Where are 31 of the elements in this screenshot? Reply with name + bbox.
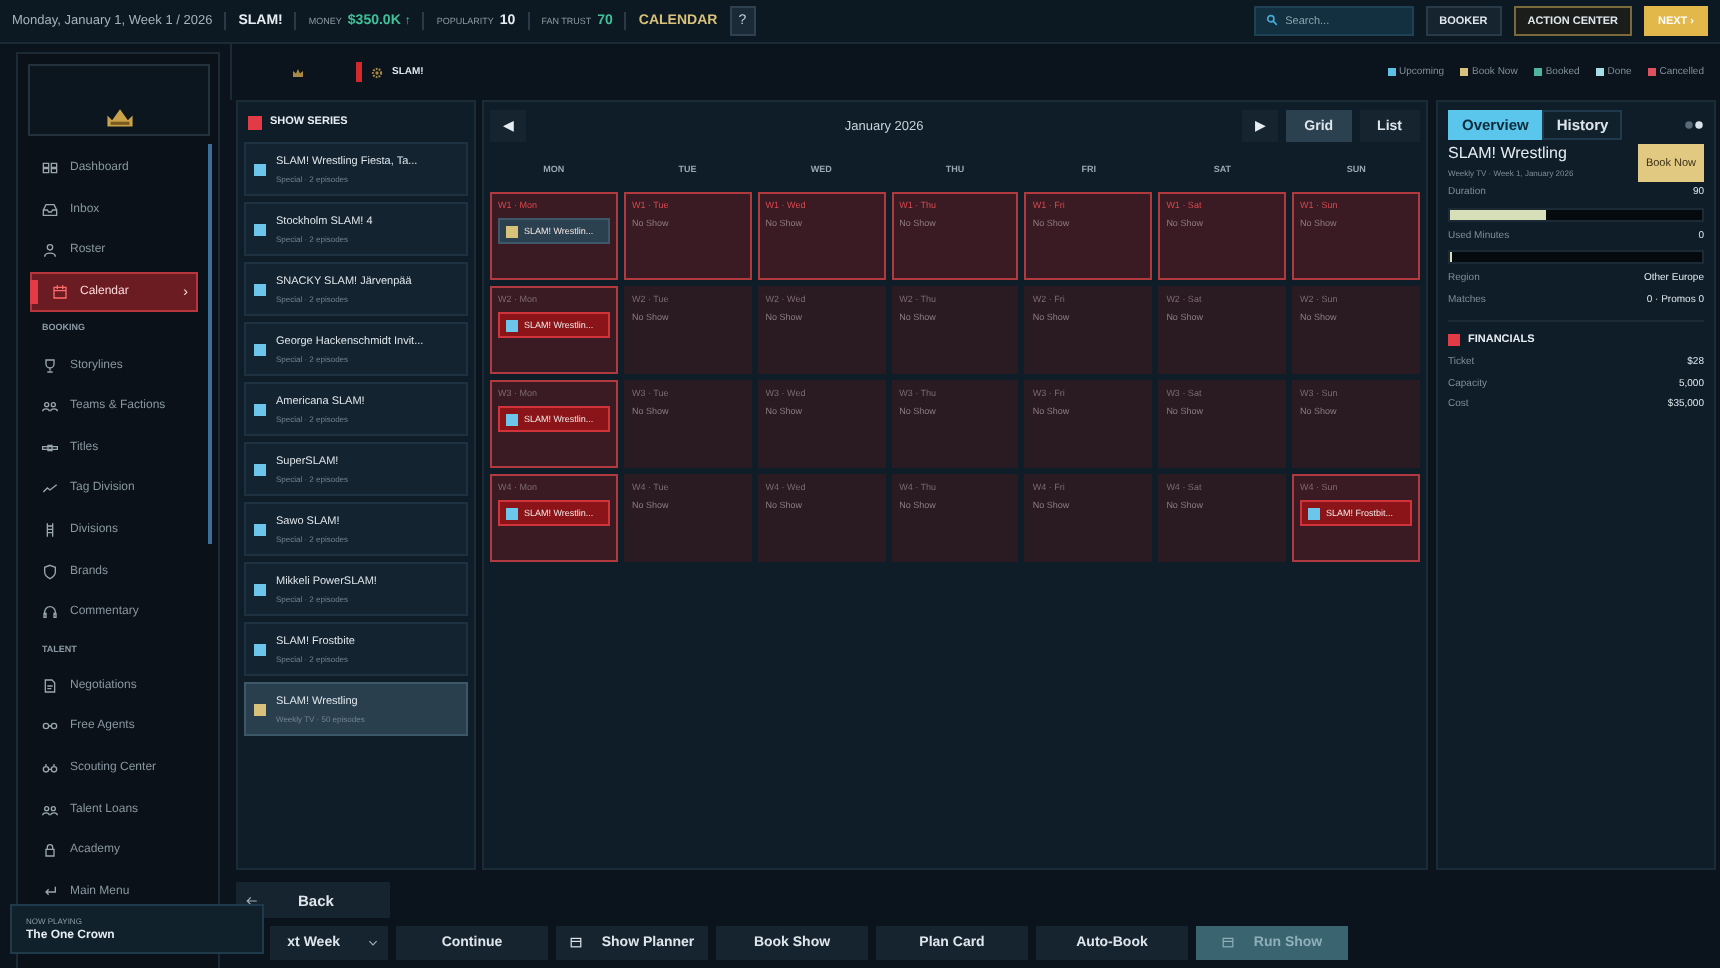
crown-icon — [292, 67, 304, 77]
scrollbar[interactable] — [208, 144, 212, 544]
arrow-left-icon — [246, 895, 258, 905]
brand-marker — [356, 62, 362, 82]
inbox-icon — [42, 201, 58, 218]
lock-icon — [42, 842, 58, 859]
ladder-icon — [42, 522, 58, 539]
trophy-icon — [42, 357, 58, 374]
headset-icon — [42, 604, 58, 621]
gear-icon — [370, 65, 384, 79]
calendar-icon — [52, 284, 68, 301]
section-marker — [1448, 334, 1460, 346]
person-icon — [42, 242, 58, 259]
people-icon — [42, 801, 58, 818]
zigzag-icon — [42, 480, 58, 497]
search-icon — [1265, 14, 1278, 26]
return-icon — [42, 883, 58, 900]
glasses-icon — [42, 718, 58, 735]
calendar-icon — [1221, 936, 1234, 948]
logo-icon — [103, 106, 135, 128]
pager-dots-icon[interactable] — [1684, 120, 1704, 130]
caret-icon — [368, 939, 378, 945]
show-title: SLAM! Wrestling — [1448, 144, 1569, 162]
document-icon — [42, 677, 58, 694]
grid-icon — [42, 160, 58, 177]
section-marker — [248, 115, 262, 129]
people-icon — [42, 398, 58, 415]
belt-icon — [42, 439, 58, 456]
calendar-icon — [569, 936, 582, 948]
shield-icon — [42, 563, 58, 580]
binoculars-icon — [42, 760, 58, 777]
